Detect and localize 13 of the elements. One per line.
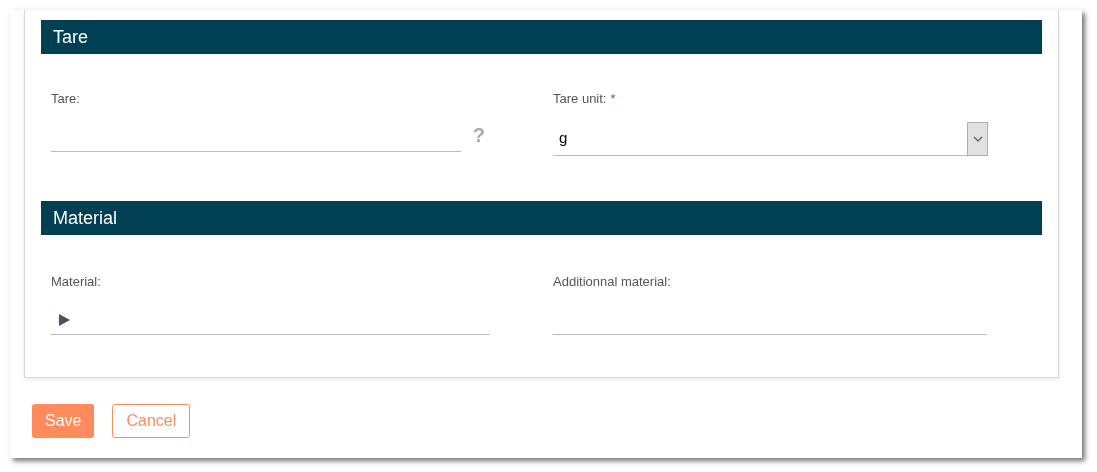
unit-dropdown[interactable]: g <box>553 122 988 156</box>
field-label: Material: <box>51 273 101 292</box>
triangle-right-icon[interactable] <box>58 313 70 326</box>
field-label: Additionnal material: <box>553 273 671 292</box>
section-header: Material <box>41 201 1042 235</box>
cancel-button[interactable]: Cancel <box>112 404 191 438</box>
field-label: Tare: <box>51 90 80 109</box>
save-button[interactable]: Save <box>32 404 95 438</box>
chevron-down-icon[interactable] <box>967 121 988 156</box>
help-mark[interactable]: ? <box>472 125 485 145</box>
section-header: Tare <box>41 20 1042 54</box>
required-mark: * <box>610 90 616 109</box>
field-label: Tare unit: <box>553 90 607 109</box>
